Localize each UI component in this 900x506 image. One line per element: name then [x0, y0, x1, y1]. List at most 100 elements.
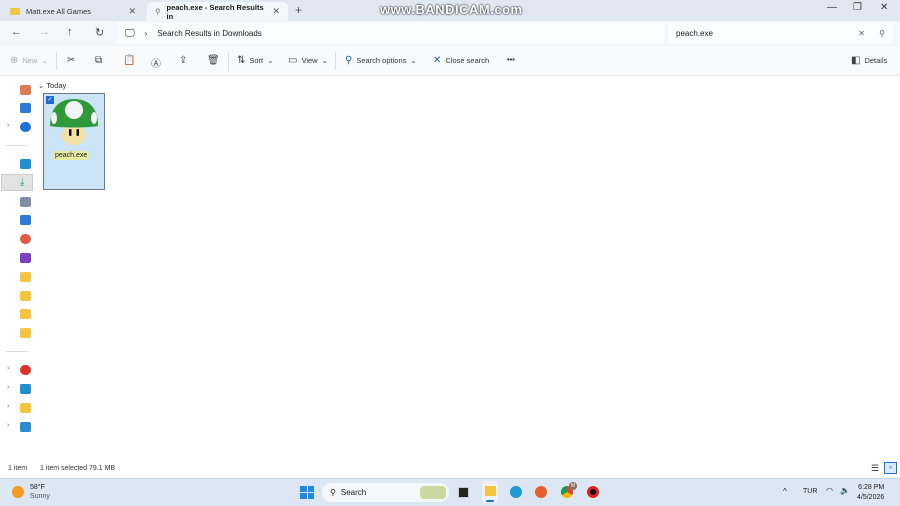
- folder-icon[interactable]: [20, 328, 31, 338]
- share-icon: ⇪: [179, 55, 188, 66]
- desktop-icon[interactable]: [20, 159, 31, 169]
- taskbar-search[interactable]: ⚲ Search: [322, 483, 449, 502]
- new-button[interactable]: ⊕ New ⌄: [10, 55, 48, 66]
- expand-chevron-icon[interactable]: ›: [7, 122, 9, 129]
- details-pane-icon: ◧: [851, 55, 861, 66]
- firefox-icon[interactable]: [535, 486, 547, 498]
- folder-icon[interactable]: [20, 309, 31, 319]
- time: 6:28 PM: [858, 484, 885, 491]
- expand-chevron-icon[interactable]: ›: [7, 422, 9, 429]
- refresh-button[interactable]: ↻: [95, 26, 104, 39]
- title-bar: Matt.exe All Games ✕ ⚲ peach.exe - Searc…: [0, 0, 900, 21]
- search-value: peach.exe: [676, 29, 713, 38]
- computer-icon: 🖵: [125, 28, 135, 39]
- group-header-today[interactable]: ⌄ Today: [38, 81, 66, 90]
- tiles-view-button[interactable]: ▫: [884, 462, 897, 474]
- folder-icon[interactable]: [20, 272, 31, 282]
- weather-desc: Sunny: [30, 493, 50, 500]
- cut-button[interactable]: ✂: [67, 55, 75, 66]
- group-label: Today: [46, 81, 67, 90]
- search-options-label: Search options: [356, 56, 407, 65]
- pictures-icon[interactable]: [20, 215, 31, 225]
- expand-chevron-icon[interactable]: ›: [7, 403, 9, 410]
- folder-icon: [484, 486, 496, 496]
- search-icon: ⚲: [155, 7, 161, 16]
- chevron-down-icon: ⌄: [38, 81, 47, 90]
- divider: [335, 52, 336, 70]
- sort-label: Sort: [249, 56, 264, 65]
- tab-matt-exe-all-games[interactable]: Matt.exe All Games ✕: [2, 2, 144, 21]
- input-language[interactable]: TUR: [803, 488, 817, 495]
- download-icon: ⤓: [20, 177, 25, 188]
- forward-button[interactable]: →: [39, 26, 50, 38]
- file-explorer-app-active[interactable]: [482, 481, 498, 503]
- search-icon: ⚲: [330, 488, 336, 497]
- breadcrumb[interactable]: Search Results in Downloads: [157, 29, 262, 38]
- view-button[interactable]: ▭ View ⌄: [288, 55, 328, 66]
- libraries-icon[interactable]: [20, 403, 31, 413]
- chrome-profile-badge: M: [569, 482, 577, 490]
- divider: [6, 351, 28, 352]
- taskbar: 58°F Sunny ⚲ Search M ^ TUR ◠ 🔈 6:28 PM 4/5…: [0, 478, 900, 506]
- folder-icon: [10, 8, 20, 15]
- weather-widget[interactable]: 58°F Sunny: [30, 483, 50, 501]
- details-button[interactable]: ◧ Details: [851, 55, 887, 66]
- weather-sun-icon[interactable]: [12, 486, 24, 498]
- clear-search-icon[interactable]: ✕: [858, 29, 865, 38]
- new-tab-button[interactable]: +: [295, 3, 302, 17]
- file-name: peach.exe: [53, 151, 90, 160]
- sort-button[interactable]: ⇅ Sort ⌄: [237, 55, 273, 66]
- expand-chevron-icon[interactable]: ›: [7, 384, 9, 391]
- onedrive-icon[interactable]: [20, 122, 31, 132]
- status-selection: 1 item selected 79.1 MB: [40, 465, 116, 472]
- bandicam-watermark: www.BANDICAM.com: [380, 2, 523, 17]
- network-icon[interactable]: [20, 422, 31, 432]
- wifi-icon[interactable]: ◠: [826, 486, 833, 495]
- rename-button[interactable]: Ⓐ: [151, 55, 161, 70]
- close-tab-icon[interactable]: ✕: [128, 6, 136, 17]
- sort-icon: ⇅: [237, 55, 246, 66]
- delete-button[interactable]: 🗑: [207, 55, 220, 66]
- tab-label: peach.exe - Search Results in: [166, 2, 264, 21]
- list-view-button[interactable]: ☰: [871, 463, 879, 474]
- view-label: View: [301, 56, 318, 65]
- more-options-button[interactable]: •••: [507, 55, 515, 64]
- paste-button[interactable]: 📋: [123, 55, 135, 66]
- this-pc-icon[interactable]: [20, 384, 31, 394]
- start-button[interactable]: [300, 486, 314, 499]
- share-button[interactable]: ⇪: [179, 55, 187, 66]
- network-drive-icon[interactable]: [20, 365, 31, 375]
- expand-chevron-icon[interactable]: ›: [7, 365, 9, 372]
- home-icon[interactable]: [20, 85, 31, 95]
- folder-icon[interactable]: [20, 291, 31, 301]
- search-input[interactable]: peach.exe ✕ ⚲: [668, 23, 893, 44]
- show-hidden-icons-chevron[interactable]: ^: [783, 487, 787, 496]
- edge-icon[interactable]: [510, 486, 522, 498]
- search-options-button[interactable]: ⚲ Search options ⌄: [345, 55, 417, 66]
- up-button[interactable]: ↑: [67, 26, 73, 38]
- videos-icon[interactable]: [20, 253, 31, 263]
- gallery-icon[interactable]: [20, 103, 31, 113]
- restore-button[interactable]: ❐: [853, 2, 862, 13]
- address-bar[interactable]: 🖵 › Search Results in Downloads: [117, 23, 665, 44]
- close-search-button[interactable]: ✕ Close search: [433, 55, 489, 66]
- trash-icon: 🗑: [207, 55, 220, 66]
- divider: [6, 145, 28, 146]
- close-search-label: Close search: [445, 56, 490, 65]
- copy-button[interactable]: ⧉: [95, 55, 102, 66]
- close-icon: ✕: [433, 55, 442, 66]
- volume-icon[interactable]: 🔈: [840, 486, 850, 495]
- new-label: New: [22, 56, 38, 65]
- back-button[interactable]: ←: [11, 26, 22, 38]
- terminal-app-icon[interactable]: [458, 487, 469, 498]
- documents-icon[interactable]: [20, 197, 31, 207]
- minimize-button[interactable]: —: [827, 2, 837, 13]
- close-window-button[interactable]: ✕: [880, 2, 888, 13]
- file-item-peach-exe[interactable]: ✓ peach.exe: [43, 93, 105, 190]
- search-icon[interactable]: ⚲: [879, 29, 885, 38]
- close-tab-icon[interactable]: ✕: [272, 6, 280, 17]
- clock[interactable]: 6:28 PM 4/5/2026: [857, 483, 884, 503]
- bandicam-record-icon[interactable]: [587, 486, 599, 498]
- tab-search-results[interactable]: ⚲ peach.exe - Search Results in ✕: [147, 2, 288, 21]
- music-icon[interactable]: [20, 234, 31, 244]
